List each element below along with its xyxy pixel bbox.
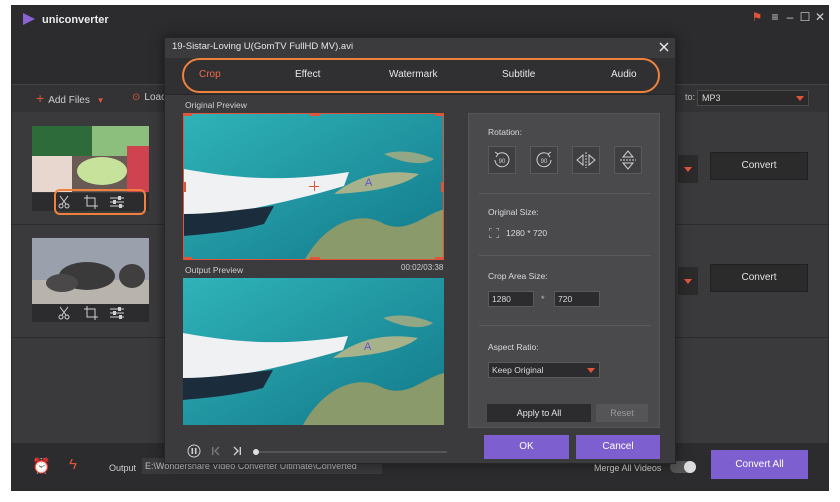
crop-handle[interactable] bbox=[435, 257, 443, 259]
crop-handle[interactable] bbox=[184, 257, 192, 259]
gift-icon[interactable]: ⚑ bbox=[750, 10, 764, 24]
crop-center-marker bbox=[314, 181, 315, 191]
rotate-right-degrees: 90 bbox=[541, 159, 548, 165]
video-thumbnail[interactable] bbox=[32, 126, 149, 192]
plus-icon: + bbox=[36, 90, 45, 106]
video-thumbnail[interactable] bbox=[32, 238, 149, 304]
play-logo-icon bbox=[23, 13, 35, 25]
tab-watermark[interactable]: Watermark bbox=[389, 69, 438, 80]
output-format-select[interactable]: MP3 bbox=[697, 90, 809, 106]
playback-bar bbox=[183, 441, 451, 461]
alarm-clock-icon[interactable]: ⏰ bbox=[32, 457, 51, 475]
flip-vertical-button[interactable] bbox=[614, 146, 642, 174]
tab-effect[interactable]: Effect bbox=[295, 69, 320, 80]
convert-button[interactable]: Convert bbox=[710, 152, 808, 180]
minimize-icon[interactable]: – bbox=[783, 10, 797, 24]
flip-horizontal-icon bbox=[576, 152, 596, 168]
divider bbox=[479, 325, 651, 326]
ok-button[interactable]: OK bbox=[484, 435, 569, 459]
output-label: Output bbox=[109, 463, 137, 473]
cancel-button[interactable]: Cancel bbox=[576, 435, 660, 459]
divider bbox=[479, 255, 651, 256]
merge-all-label: Merge All Videos bbox=[594, 463, 662, 473]
aspect-ratio-select[interactable]: Keep Original bbox=[488, 362, 600, 378]
previous-frame-icon[interactable] bbox=[209, 444, 223, 458]
flip-horizontal-button[interactable] bbox=[572, 146, 600, 174]
crop-handle[interactable] bbox=[184, 182, 186, 192]
dialog-header: 19-Sistar-Loving U(GomTV FullHD MV).avi bbox=[165, 38, 675, 54]
convert-button[interactable]: Convert bbox=[710, 264, 808, 292]
thumbnail-tools bbox=[32, 304, 149, 322]
edit-dialog: 19-Sistar-Loving U(GomTV FullHD MV).avi … bbox=[164, 37, 676, 464]
chevron-down-icon bbox=[684, 279, 692, 284]
output-preview-label: Output Preview bbox=[185, 265, 244, 275]
rotate-right-button[interactable]: 90 bbox=[530, 146, 558, 174]
crop-area-label: Crop Area Size: bbox=[488, 271, 548, 281]
close-icon[interactable]: ✕ bbox=[813, 10, 827, 24]
svg-text:A: A bbox=[364, 341, 372, 353]
crop-settings-panel: Rotation: 90 90 Original Size: 1280 * 72… bbox=[468, 113, 660, 428]
rotation-label: Rotation: bbox=[488, 127, 523, 137]
reset-button[interactable]: Reset bbox=[596, 404, 648, 422]
crop-handle[interactable] bbox=[310, 257, 320, 259]
maximize-icon[interactable]: ☐ bbox=[798, 10, 812, 24]
load-button[interactable]: ⊙ Load bbox=[132, 92, 167, 106]
format-dropdown-stub[interactable] bbox=[678, 267, 698, 295]
timestamp: 00:02/03:38 bbox=[401, 263, 444, 272]
lightning-icon[interactable]: ϟ bbox=[69, 456, 77, 473]
crop-handle[interactable] bbox=[435, 114, 443, 116]
tab-subtitle[interactable]: Subtitle bbox=[502, 69, 535, 80]
crop-icon[interactable] bbox=[84, 306, 98, 320]
output-preview: A bbox=[183, 278, 444, 425]
resize-icon bbox=[489, 228, 499, 238]
settings-sliders-icon[interactable] bbox=[110, 306, 124, 320]
original-preview[interactable]: A bbox=[183, 113, 444, 260]
apply-to-all-button[interactable]: Apply to All bbox=[487, 404, 591, 422]
add-files-label: Add Files bbox=[48, 95, 90, 106]
tab-audio[interactable]: Audio bbox=[611, 69, 637, 80]
tab-bar: Crop Effect Watermark Subtitle Audio bbox=[165, 58, 675, 95]
chevron-down-icon bbox=[684, 167, 692, 172]
chevron-down-icon bbox=[587, 368, 595, 373]
dialog-title: 19-Sistar-Loving U(GomTV FullHD MV).avi bbox=[172, 41, 354, 52]
convert-all-button[interactable]: Convert All bbox=[711, 450, 808, 479]
crop-times-sign: * bbox=[541, 294, 545, 304]
chevron-down-icon bbox=[796, 96, 804, 101]
aspect-ratio-value: Keep Original bbox=[492, 365, 544, 375]
flip-vertical-icon bbox=[620, 150, 636, 170]
rotate-left-icon: 90 bbox=[494, 151, 510, 168]
crop-height-input[interactable]: 720 bbox=[554, 291, 600, 307]
crop-width-input[interactable]: 1280 bbox=[488, 291, 534, 307]
app-name: uniconverter bbox=[42, 14, 109, 26]
close-icon[interactable] bbox=[657, 40, 671, 54]
format-dropdown-stub[interactable] bbox=[678, 155, 698, 183]
format-value: MP3 bbox=[702, 93, 721, 103]
svg-text:A: A bbox=[365, 177, 373, 189]
original-size-label: Original Size: bbox=[488, 207, 539, 217]
add-files-button[interactable]: + Add Files ▼ bbox=[36, 90, 105, 106]
original-size-value: 1280 * 720 bbox=[506, 228, 548, 238]
crop-handle[interactable] bbox=[184, 114, 192, 116]
timeline-knob[interactable] bbox=[253, 449, 259, 455]
chevron-down-icon[interactable]: ▼ bbox=[97, 96, 105, 105]
crop-handle[interactable] bbox=[310, 114, 320, 116]
menu-icon[interactable]: ≡ bbox=[768, 10, 782, 24]
rotate-right-icon: 90 bbox=[536, 151, 552, 168]
pause-icon[interactable] bbox=[187, 444, 201, 458]
disc-icon: ⊙ bbox=[132, 92, 141, 103]
tab-crop[interactable]: Crop bbox=[199, 69, 221, 80]
original-preview-label: Original Preview bbox=[185, 100, 247, 110]
divider bbox=[479, 193, 651, 194]
rotate-left-button[interactable]: 90 bbox=[488, 146, 516, 174]
format-prefix: to: bbox=[685, 92, 696, 102]
scissors-icon[interactable] bbox=[57, 306, 71, 320]
aspect-ratio-label: Aspect Ratio: bbox=[488, 342, 539, 352]
thumbnail-tools-highlight bbox=[54, 189, 146, 215]
next-frame-icon[interactable] bbox=[230, 444, 244, 458]
crop-handle[interactable] bbox=[441, 182, 443, 192]
rotate-left-degrees: 90 bbox=[499, 159, 506, 165]
timeline-track[interactable] bbox=[255, 451, 447, 453]
